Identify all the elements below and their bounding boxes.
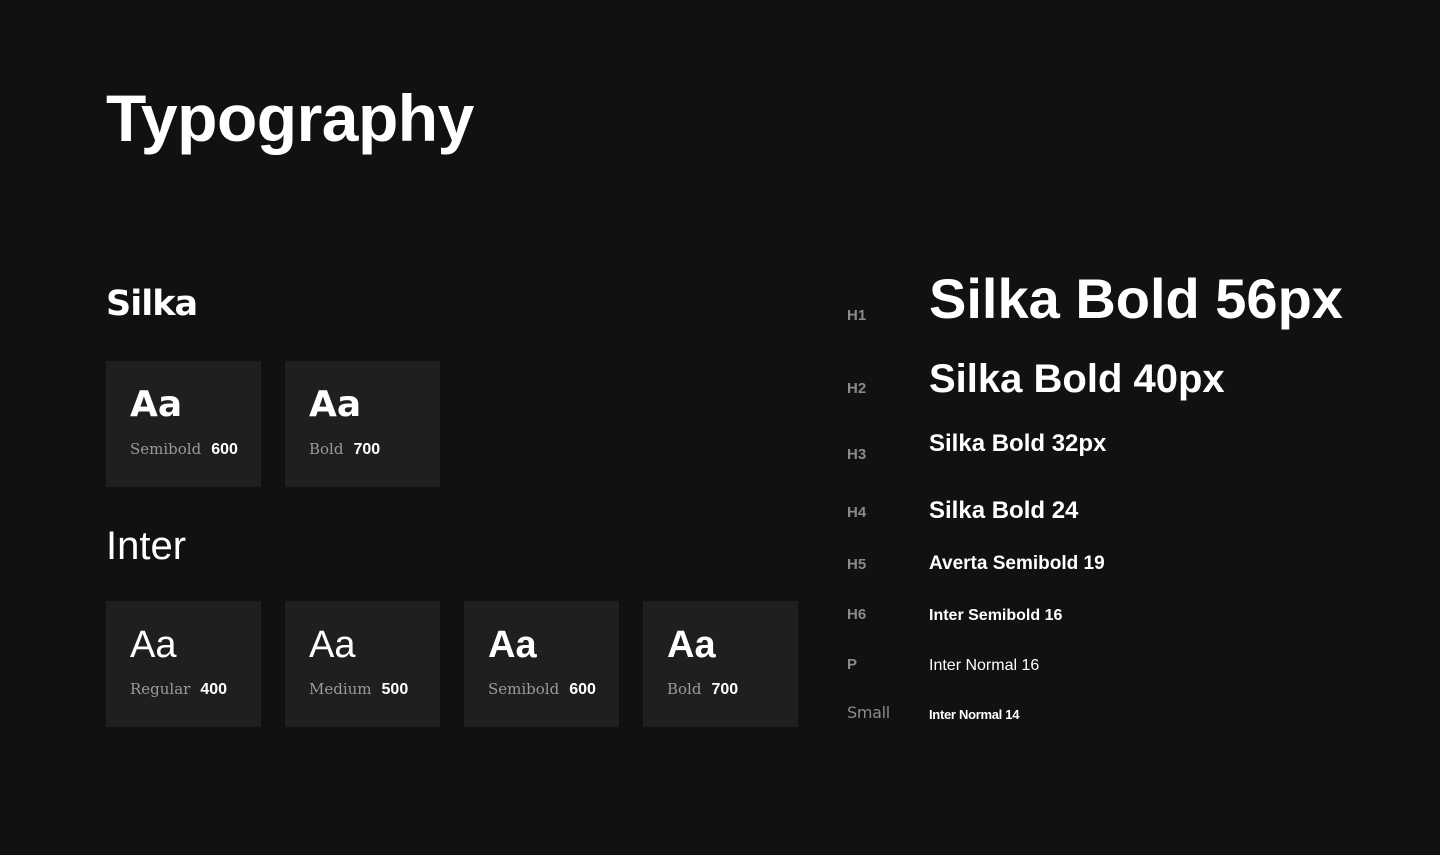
page-title: Typography (106, 81, 474, 155)
scale-sample-h2: Silka Bold 40px (929, 357, 1225, 401)
scale-sample-h6: Inter Semibold 16 (929, 607, 1063, 624)
scale-tag-small: Small (847, 703, 890, 722)
swatch-weight-label: Bold (667, 680, 702, 698)
swatch-weight-value: 600 (569, 681, 596, 698)
swatch-weight-value: 400 (200, 681, 228, 698)
inter-regular-swatch: Aa Regular 400 (106, 601, 261, 727)
scale-sample-h4: Silka Bold 24 (929, 497, 1079, 524)
inter-semibold-swatch: Aa Semibold 600 (464, 601, 619, 727)
inter-weight-swatches: Aa Regular 400 Aa Medium 500 Aa Semibold… (106, 601, 798, 727)
scale-tag-h5: H5 (847, 556, 867, 573)
inter-medium-swatch: Aa Medium 500 (285, 601, 440, 727)
swatch-weight-label: Medium (309, 680, 372, 698)
scale-tag-h6: H6 (847, 606, 867, 623)
swatch-sample: Aa (130, 384, 183, 425)
swatch-sample: Aa (488, 624, 537, 666)
swatch-sample: Aa (130, 624, 177, 666)
swatch-sample: Aa (309, 624, 356, 666)
swatch-weight-label: Semibold (130, 440, 202, 458)
scale-tag-h2: H2 (847, 380, 867, 397)
swatch-sample: Aa (667, 624, 716, 666)
swatch-weight-label: Bold (309, 440, 344, 458)
silka-weight-swatches: Aa Semibold 600 Aa Bold 700 (106, 361, 440, 487)
scale-tag-p: P (847, 656, 858, 673)
scale-sample-h5: Averta Semibold 19 (929, 553, 1105, 574)
typography-page: Typography Silka Aa Semibold 600 Aa Bold… (0, 0, 1440, 855)
inter-bold-swatch: Aa Bold 700 (643, 601, 798, 727)
silka-family-title: Silka (106, 284, 198, 324)
swatch-weight-label: Semibold (488, 680, 560, 698)
silka-bold-swatch: Aa Bold 700 (285, 361, 440, 487)
scale-tag-h3: H3 (847, 446, 867, 463)
scale-tag-h4: H4 (847, 504, 867, 521)
swatch-weight-value: 700 (353, 441, 381, 458)
scale-sample-h3: Silka Bold 32px (929, 430, 1107, 457)
silka-semibold-swatch: Aa Semibold 600 (106, 361, 261, 487)
swatch-weight-label: Regular (130, 680, 191, 698)
swatch-weight-value: 700 (711, 681, 739, 698)
swatch-weight-value: 600 (211, 441, 238, 458)
inter-family-title: Inter (106, 524, 187, 568)
scale-sample-h1: Silka Bold 56px (929, 267, 1343, 330)
scale-tag-h1: H1 (847, 307, 867, 324)
scale-sample-small: Inter Normal 14 (929, 707, 1020, 722)
swatch-weight-value: 500 (381, 681, 409, 698)
swatch-sample: Aa (309, 384, 362, 425)
scale-sample-p: Inter Normal 16 (929, 657, 1040, 674)
